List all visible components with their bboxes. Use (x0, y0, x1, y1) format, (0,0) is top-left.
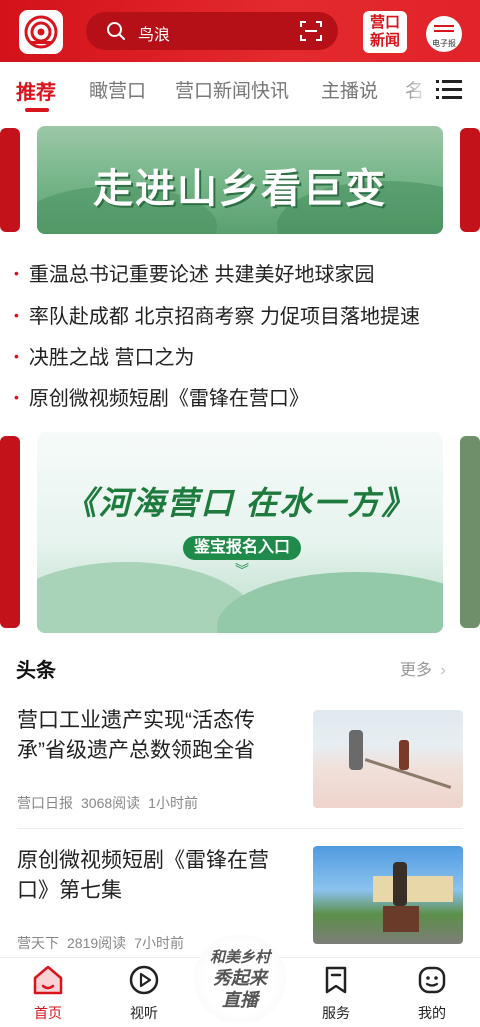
active-tab-indicator (25, 108, 49, 112)
nav-listen[interactable]: 视听 (114, 964, 174, 1023)
headline-text: 原创微视频短剧《雷锋在营口》 (28, 388, 309, 410)
headline-item[interactable]: • 原创微视频短剧《雷锋在营口》 (14, 382, 309, 411)
thumb-statue (393, 862, 407, 906)
news-source: 营口日报 (17, 795, 73, 811)
banner2-title: 《河海营口 在水一方》 (64, 485, 416, 521)
search-input[interactable]: 鸟浪 (86, 12, 338, 50)
banner-river-sea[interactable]: 《河海营口 在水一方》 鉴宝报名入口 ︾ (37, 432, 443, 633)
headline-item[interactable]: • 率队赴成都 北京招商考察 力促项目落地提速 (14, 300, 420, 329)
news-button-line2: 新闻 (369, 32, 400, 49)
nav-mine[interactable]: 我的 (402, 964, 462, 1023)
live-badge-line3: 直播 (222, 989, 258, 1010)
chevron-down-icon: ︾ (235, 562, 249, 578)
headline-text: 决胜之战 营口之为 (28, 347, 195, 369)
appraisal-signup-button[interactable]: 鉴宝报名入口 (183, 536, 301, 560)
home-icon (33, 965, 63, 995)
thumb-figure (399, 740, 409, 770)
headline-item[interactable]: • 决胜之战 营口之为 (14, 341, 194, 370)
news-time: 7小时前 (134, 935, 184, 951)
headline-text: 重温总书记重要论述 共建美好地球家园 (28, 264, 375, 286)
headline-text: 率队赴成都 北京招商考察 力促项目落地提速 (28, 306, 421, 328)
app-logo[interactable] (19, 10, 63, 54)
app-screen: 鸟浪 营口 新闻 电子报 推荐 瞰营口 营口新闻快讯 主播说 名 走进山乡看巨变 (0, 0, 480, 1027)
nav-mine-label: 我的 (418, 1005, 446, 1021)
live-badge-line2: 秀起来 (213, 967, 267, 988)
banner-decor (217, 572, 443, 633)
channel-menu-icon[interactable] (436, 79, 462, 101)
profile-icon (418, 966, 446, 994)
carousel2-prev-card[interactable] (0, 436, 20, 628)
bookmark-icon (325, 966, 347, 994)
thumb-figure (349, 730, 363, 770)
carousel-next-card[interactable] (460, 128, 480, 232)
live-show-button[interactable]: 和美乡村 秀起来 直播 (194, 935, 286, 1023)
news-source: 营天下 (17, 935, 59, 951)
news-title[interactable]: 营口工业遗产实现“活态传承”省级遗产总数领跑全省 (17, 706, 300, 766)
more-link[interactable]: 更多 › (400, 656, 446, 680)
search-icon (107, 22, 125, 40)
nav-home[interactable]: 首页 (18, 964, 78, 1023)
nav-service[interactable]: 服务 (306, 964, 366, 1023)
news-meta: 营口日报 3068阅读 1小时前 (17, 793, 206, 813)
thumb-building (373, 876, 453, 902)
carousel2-next-card[interactable] (460, 436, 480, 628)
epaper-label: 电子报 (432, 39, 456, 48)
banner-title: 走进山乡看巨变 (93, 167, 387, 211)
chevron-right-icon: › (440, 662, 446, 679)
divider (17, 828, 463, 829)
tab-news-flash[interactable]: 营口新闻快讯 (175, 76, 289, 103)
banner-rural-change[interactable]: 走进山乡看巨变 (37, 126, 443, 234)
epaper-button[interactable]: 电子报 (426, 16, 462, 52)
tabs-fade (400, 62, 430, 118)
logo-icon (24, 15, 58, 49)
tab-kan-yingkou[interactable]: 瞰营口 (89, 76, 146, 103)
category-tabs: 推荐 瞰营口 营口新闻快讯 主播说 名 (0, 62, 480, 118)
live-badge-line1: 和美乡村 (209, 948, 270, 966)
more-label: 更多 (400, 662, 433, 679)
scan-icon[interactable] (300, 21, 322, 41)
thumb-pedestal (383, 906, 419, 932)
news-title[interactable]: 原创微视频短剧《雷锋在营口》第七集 (17, 846, 300, 906)
nav-service-label: 服务 (322, 1005, 350, 1021)
epaper-icon (434, 25, 454, 35)
news-reads: 2819阅读 (67, 935, 127, 951)
news-button-line1: 营口 (369, 14, 400, 31)
search-placeholder: 鸟浪 (138, 27, 171, 44)
yingkou-news-button[interactable]: 营口 新闻 (363, 11, 407, 53)
news-time: 1小时前 (148, 795, 198, 811)
section-title: 头条 (16, 660, 56, 682)
play-icon (129, 965, 159, 995)
news-thumbnail[interactable] (313, 846, 463, 944)
nav-home-label: 首页 (34, 1005, 62, 1021)
news-thumbnail[interactable] (313, 710, 463, 808)
headline-item[interactable]: • 重温总书记重要论述 共建美好地球家园 (14, 258, 374, 287)
news-meta: 营天下 2819阅读 7小时前 (17, 933, 192, 953)
carousel-prev-card[interactable] (0, 128, 20, 232)
news-reads: 3068阅读 (81, 795, 141, 811)
tab-anchor-talk[interactable]: 主播说 (321, 76, 378, 103)
nav-listen-label: 视听 (130, 1005, 158, 1021)
tab-recommend[interactable]: 推荐 (16, 76, 56, 105)
